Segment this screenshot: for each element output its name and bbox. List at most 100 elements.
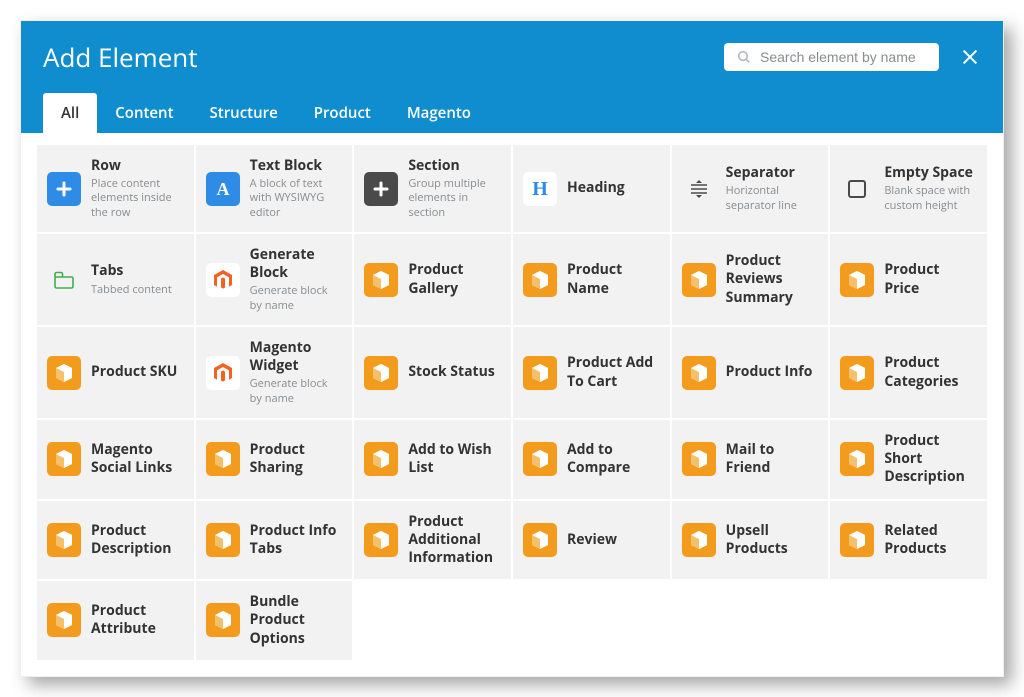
tile-review[interactable]: Review — [513, 501, 670, 580]
tile-product-description[interactable]: Product Description — [37, 501, 194, 580]
box-icon — [364, 523, 398, 557]
search-icon — [736, 49, 752, 65]
tile-product-gallery[interactable]: Product Gallery — [354, 234, 511, 325]
tile-add-to-wish-list[interactable]: Add to Wish List — [354, 420, 511, 499]
tile-title: Row — [91, 157, 184, 175]
tab-product[interactable]: Product — [296, 93, 389, 133]
empty-cell — [354, 581, 511, 660]
tile-product-info[interactable]: Product Info — [672, 327, 829, 418]
tile-product-info-tabs[interactable]: Product Info Tabs — [196, 501, 353, 580]
tile-title: Heading — [567, 179, 660, 197]
tile-title: Review — [567, 531, 660, 549]
tile-upsell-products[interactable]: Upsell Products — [672, 501, 829, 580]
separator-icon — [682, 172, 716, 206]
tile-title: Add to Compare — [567, 441, 660, 477]
box-icon — [523, 523, 557, 557]
box-icon — [206, 442, 240, 476]
tile-title: Product Attribute — [91, 602, 184, 638]
box-icon — [47, 603, 81, 637]
tile-title: Product Reviews Summary — [726, 252, 819, 307]
tile-empty-space[interactable]: Empty Space Blank space with custom heigh… — [830, 145, 987, 232]
box-icon — [840, 442, 874, 476]
tab-all[interactable]: All — [43, 93, 97, 133]
tile-title: Separator — [726, 164, 819, 182]
tile-product-additional-information[interactable]: Product Additional Information — [354, 501, 511, 580]
box-icon — [682, 523, 716, 557]
tile-product-short-description[interactable]: Product Short Description — [830, 420, 987, 499]
tile-title: Product Additional Information — [408, 513, 501, 568]
tab-magento[interactable]: Magento — [389, 93, 489, 133]
box-icon — [682, 442, 716, 476]
search-input[interactable] — [760, 49, 927, 65]
box-icon — [523, 442, 557, 476]
tile-title: Add to Wish List — [408, 441, 501, 477]
tile-text-block[interactable]: Text BlockA block of text with WYSIWYG e… — [196, 145, 353, 232]
tile-title: Stock Status — [408, 363, 501, 381]
tile-section[interactable]: SectionGroup multiple elements in sectio… — [354, 145, 511, 232]
tile-title: Empty Space — [884, 164, 977, 182]
tile-magento-social-links[interactable]: Magento Social Links — [37, 420, 194, 499]
tile-title: Magento Social Links — [91, 441, 184, 477]
tile-desc: Place content elements inside the row — [91, 177, 184, 220]
tile-tabs[interactable]: Tabs Tabbed content — [37, 234, 194, 325]
tile-product-categories[interactable]: Product Categories — [830, 327, 987, 418]
tile-title: Product Add To Cart — [567, 354, 660, 390]
tile-title: Product Sharing — [250, 441, 343, 477]
tile-generate-block[interactable]: Generate BlockGenerate block by name — [196, 234, 353, 325]
search-input-wrap[interactable] — [724, 43, 939, 71]
box-icon — [364, 442, 398, 476]
tile-title: Product Categories — [884, 354, 977, 390]
tile-product-reviews-summary[interactable]: Product Reviews Summary — [672, 234, 829, 325]
tile-stock-status[interactable]: Stock Status — [354, 327, 511, 418]
tile-desc: Horizontal separator line — [726, 184, 819, 213]
box-icon — [840, 263, 874, 297]
tile-title: Product Name — [567, 261, 660, 297]
empty-cell — [830, 581, 987, 660]
box-icon — [47, 356, 81, 390]
box-icon — [523, 263, 557, 297]
tile-bundle-product-options[interactable]: Bundle Product Options — [196, 581, 353, 660]
add-element-modal: Add Element AllContentStructureProductMa… — [20, 20, 1004, 677]
tile-product-attribute[interactable]: Product Attribute — [37, 581, 194, 660]
tile-heading[interactable]: Heading — [513, 145, 670, 232]
tile-title: Magento Widget — [250, 339, 343, 375]
tile-separator[interactable]: Separator Horizontal separator line — [672, 145, 829, 232]
tile-desc: Blank space with custom height — [884, 184, 977, 213]
plus-icon — [364, 172, 398, 206]
tile-magento-widget[interactable]: Magento WidgetGenerate block by name — [196, 327, 353, 418]
heading-icon — [523, 172, 557, 206]
tile-product-sharing[interactable]: Product Sharing — [196, 420, 353, 499]
box-icon — [840, 523, 874, 557]
tile-desc: A block of text with WYSIWYG editor — [250, 177, 343, 220]
box-icon — [682, 356, 716, 390]
modal-title: Add Element — [43, 39, 198, 75]
tile-product-name[interactable]: Product Name — [513, 234, 670, 325]
tile-title: Product Info — [726, 363, 819, 381]
tab-structure[interactable]: Structure — [192, 93, 296, 133]
tile-product-sku[interactable]: Product SKU — [37, 327, 194, 418]
magento-icon — [206, 263, 240, 297]
box-icon — [523, 356, 557, 390]
tile-title: Upsell Products — [726, 522, 819, 558]
tile-title: Product SKU — [91, 363, 184, 381]
box-icon — [364, 263, 398, 297]
tile-row[interactable]: Row Place content elements inside the row — [37, 145, 194, 232]
element-grid: Row Place content elements inside the row… — [37, 145, 987, 660]
close-icon[interactable] — [959, 46, 981, 68]
tile-related-products[interactable]: Related Products — [830, 501, 987, 580]
tile-title: Product Gallery — [408, 261, 501, 297]
tile-title: Tabs — [91, 262, 184, 280]
letter-icon — [206, 172, 240, 206]
tab-content[interactable]: Content — [97, 93, 191, 133]
box-icon — [206, 603, 240, 637]
tile-desc: Tabbed content — [91, 283, 184, 297]
tile-add-to-compare[interactable]: Add to Compare — [513, 420, 670, 499]
tile-mail-to-friend[interactable]: Mail to Friend — [672, 420, 829, 499]
box-icon — [682, 263, 716, 297]
tile-product-price[interactable]: Product Price — [830, 234, 987, 325]
tile-title: Product Price — [884, 261, 977, 297]
tile-product-add-to-cart[interactable]: Product Add To Cart — [513, 327, 670, 418]
tile-title: Section — [408, 157, 501, 175]
box-icon — [47, 523, 81, 557]
empty-cell — [513, 581, 670, 660]
